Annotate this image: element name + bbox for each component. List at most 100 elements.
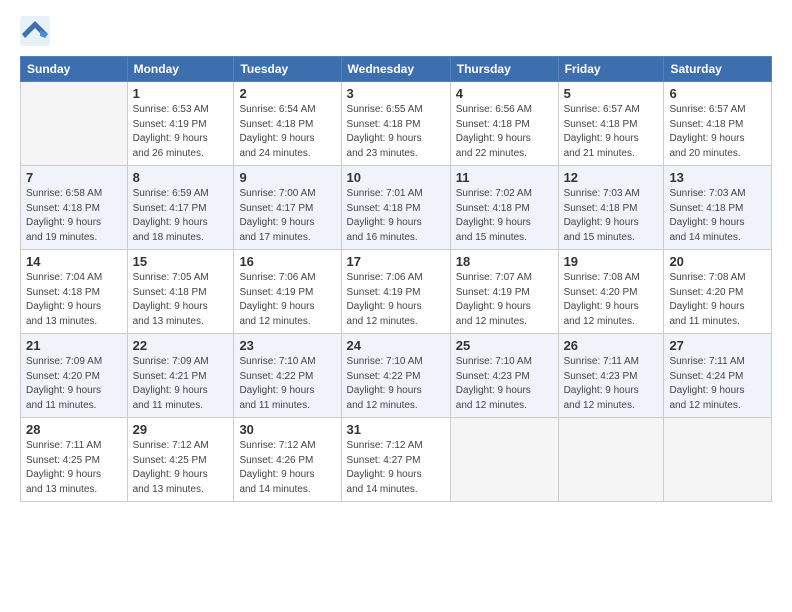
day-number: 15: [133, 254, 229, 269]
day-info: Sunrise: 6:56 AM Sunset: 4:18 PM Dayligh…: [456, 103, 553, 161]
day-info: Sunrise: 6:59 AM Sunset: 4:17 PM Dayligh…: [133, 187, 229, 245]
day-number: 30: [239, 422, 335, 437]
weekday-header-friday: Friday: [558, 57, 664, 82]
logo-icon: [20, 16, 50, 46]
calendar-cell: 24Sunrise: 7:10 AM Sunset: 4:22 PM Dayli…: [341, 334, 450, 418]
logo: [20, 16, 54, 46]
day-number: 4: [456, 86, 553, 101]
day-number: 17: [347, 254, 445, 269]
day-info: Sunrise: 7:03 AM Sunset: 4:18 PM Dayligh…: [564, 187, 659, 245]
day-number: 12: [564, 170, 659, 185]
day-number: 2: [239, 86, 335, 101]
day-info: Sunrise: 7:11 AM Sunset: 4:24 PM Dayligh…: [669, 355, 766, 413]
day-info: Sunrise: 7:11 AM Sunset: 4:25 PM Dayligh…: [26, 439, 122, 497]
day-number: 8: [133, 170, 229, 185]
calendar-cell: 17Sunrise: 7:06 AM Sunset: 4:19 PM Dayli…: [341, 250, 450, 334]
calendar-cell: [558, 418, 664, 502]
page: SundayMondayTuesdayWednesdayThursdayFrid…: [0, 0, 792, 612]
weekday-header-thursday: Thursday: [450, 57, 558, 82]
weekday-header-tuesday: Tuesday: [234, 57, 341, 82]
weekday-header-wednesday: Wednesday: [341, 57, 450, 82]
day-number: 27: [669, 338, 766, 353]
calendar-cell: 28 Sunrise: 7:11 AM Sunset: 4:25 PM Dayli…: [21, 418, 128, 502]
day-info: Sunrise: 6:57 AM Sunset: 4:18 PM Dayligh…: [564, 103, 659, 161]
weekday-header-sunday: Sunday: [21, 57, 128, 82]
calendar-cell: 23 Sunrise: 7:10 AM Sunset: 4:22 PM Dayli…: [234, 334, 341, 418]
day-info: Sunrise: 7:12 AM Sunset: 4:26 PM Dayligh…: [239, 439, 335, 497]
calendar-week-row: 14 Sunrise: 7:04 AM Sunset: 4:18 PM Dayli…: [21, 250, 772, 334]
calendar-cell: 26 Sunrise: 7:11 AM Sunset: 4:23 PM Dayli…: [558, 334, 664, 418]
calendar-cell: [21, 82, 128, 166]
day-number: 21: [26, 338, 122, 353]
calendar-cell: 9Sunrise: 7:00 AM Sunset: 4:17 PM Daylig…: [234, 166, 341, 250]
calendar-cell: [450, 418, 558, 502]
day-info: Sunrise: 7:02 AM Sunset: 4:18 PM Dayligh…: [456, 187, 553, 245]
calendar-cell: 13 Sunrise: 7:03 AM Sunset: 4:18 PM Dayli…: [664, 166, 772, 250]
day-number: 25: [456, 338, 553, 353]
calendar-cell: 12 Sunrise: 7:03 AM Sunset: 4:18 PM Dayli…: [558, 166, 664, 250]
day-info: Sunrise: 7:06 AM Sunset: 4:19 PM Dayligh…: [239, 271, 335, 329]
day-info: Sunrise: 6:53 AM Sunset: 4:19 PM Dayligh…: [133, 103, 229, 161]
day-info: Sunrise: 7:08 AM Sunset: 4:20 PM Dayligh…: [669, 271, 766, 329]
day-info: Sunrise: 7:04 AM Sunset: 4:18 PM Dayligh…: [26, 271, 122, 329]
day-number: 13: [669, 170, 766, 185]
day-info: Sunrise: 7:05 AM Sunset: 4:18 PM Dayligh…: [133, 271, 229, 329]
calendar-cell: 22 Sunrise: 7:09 AM Sunset: 4:21 PM Dayli…: [127, 334, 234, 418]
calendar-cell: 14 Sunrise: 7:04 AM Sunset: 4:18 PM Dayli…: [21, 250, 128, 334]
header: [20, 16, 772, 46]
day-number: 16: [239, 254, 335, 269]
day-info: Sunrise: 7:01 AM Sunset: 4:18 PM Dayligh…: [347, 187, 445, 245]
calendar-cell: 30 Sunrise: 7:12 AM Sunset: 4:26 PM Dayli…: [234, 418, 341, 502]
day-info: Sunrise: 7:11 AM Sunset: 4:23 PM Dayligh…: [564, 355, 659, 413]
day-number: 29: [133, 422, 229, 437]
calendar-cell: 1 Sunrise: 6:53 AM Sunset: 4:19 PM Daylig…: [127, 82, 234, 166]
calendar-cell: 29Sunrise: 7:12 AM Sunset: 4:25 PM Dayli…: [127, 418, 234, 502]
calendar-cell: 18Sunrise: 7:07 AM Sunset: 4:19 PM Dayli…: [450, 250, 558, 334]
calendar-cell: 3 Sunrise: 6:55 AM Sunset: 4:18 PM Daylig…: [341, 82, 450, 166]
day-info: Sunrise: 6:58 AM Sunset: 4:18 PM Dayligh…: [26, 187, 122, 245]
day-info: Sunrise: 7:10 AM Sunset: 4:23 PM Dayligh…: [456, 355, 553, 413]
calendar-table: SundayMondayTuesdayWednesdayThursdayFrid…: [20, 56, 772, 502]
calendar-cell: 25 Sunrise: 7:10 AM Sunset: 4:23 PM Dayli…: [450, 334, 558, 418]
day-info: Sunrise: 7:09 AM Sunset: 4:20 PM Dayligh…: [26, 355, 122, 413]
calendar-cell: 8 Sunrise: 6:59 AM Sunset: 4:17 PM Daylig…: [127, 166, 234, 250]
calendar-cell: 4 Sunrise: 6:56 AM Sunset: 4:18 PM Daylig…: [450, 82, 558, 166]
day-number: 6: [669, 86, 766, 101]
calendar-cell: 6Sunrise: 6:57 AM Sunset: 4:18 PM Daylig…: [664, 82, 772, 166]
calendar-cell: 5 Sunrise: 6:57 AM Sunset: 4:18 PM Daylig…: [558, 82, 664, 166]
calendar-cell: 27 Sunrise: 7:11 AM Sunset: 4:24 PM Dayli…: [664, 334, 772, 418]
calendar-cell: [664, 418, 772, 502]
day-number: 31: [347, 422, 445, 437]
weekday-header-row: SundayMondayTuesdayWednesdayThursdayFrid…: [21, 57, 772, 82]
day-number: 26: [564, 338, 659, 353]
day-number: 5: [564, 86, 659, 101]
day-info: Sunrise: 7:09 AM Sunset: 4:21 PM Dayligh…: [133, 355, 229, 413]
day-info: Sunrise: 7:08 AM Sunset: 4:20 PM Dayligh…: [564, 271, 659, 329]
day-number: 10: [347, 170, 445, 185]
calendar-week-row: 7Sunrise: 6:58 AM Sunset: 4:18 PM Daylig…: [21, 166, 772, 250]
day-info: Sunrise: 6:54 AM Sunset: 4:18 PM Dayligh…: [239, 103, 335, 161]
calendar-cell: 10 Sunrise: 7:01 AM Sunset: 4:18 PM Dayli…: [341, 166, 450, 250]
day-info: Sunrise: 7:12 AM Sunset: 4:27 PM Dayligh…: [347, 439, 445, 497]
day-number: 19: [564, 254, 659, 269]
day-info: Sunrise: 6:55 AM Sunset: 4:18 PM Dayligh…: [347, 103, 445, 161]
calendar-cell: 7Sunrise: 6:58 AM Sunset: 4:18 PM Daylig…: [21, 166, 128, 250]
day-number: 23: [239, 338, 335, 353]
day-info: Sunrise: 7:03 AM Sunset: 4:18 PM Dayligh…: [669, 187, 766, 245]
day-number: 9: [239, 170, 335, 185]
day-info: Sunrise: 7:10 AM Sunset: 4:22 PM Dayligh…: [239, 355, 335, 413]
calendar-cell: 31 Sunrise: 7:12 AM Sunset: 4:27 PM Dayli…: [341, 418, 450, 502]
calendar-cell: 21 Sunrise: 7:09 AM Sunset: 4:20 PM Dayli…: [21, 334, 128, 418]
day-number: 22: [133, 338, 229, 353]
calendar-cell: 20 Sunrise: 7:08 AM Sunset: 4:20 PM Dayli…: [664, 250, 772, 334]
day-number: 20: [669, 254, 766, 269]
calendar-week-row: 21 Sunrise: 7:09 AM Sunset: 4:20 PM Dayli…: [21, 334, 772, 418]
day-number: 28: [26, 422, 122, 437]
calendar-cell: 19 Sunrise: 7:08 AM Sunset: 4:20 PM Dayli…: [558, 250, 664, 334]
weekday-header-saturday: Saturday: [664, 57, 772, 82]
day-number: 3: [347, 86, 445, 101]
day-number: 1: [133, 86, 229, 101]
calendar-week-row: 1 Sunrise: 6:53 AM Sunset: 4:19 PM Daylig…: [21, 82, 772, 166]
day-number: 14: [26, 254, 122, 269]
calendar-cell: 2 Sunrise: 6:54 AM Sunset: 4:18 PM Daylig…: [234, 82, 341, 166]
